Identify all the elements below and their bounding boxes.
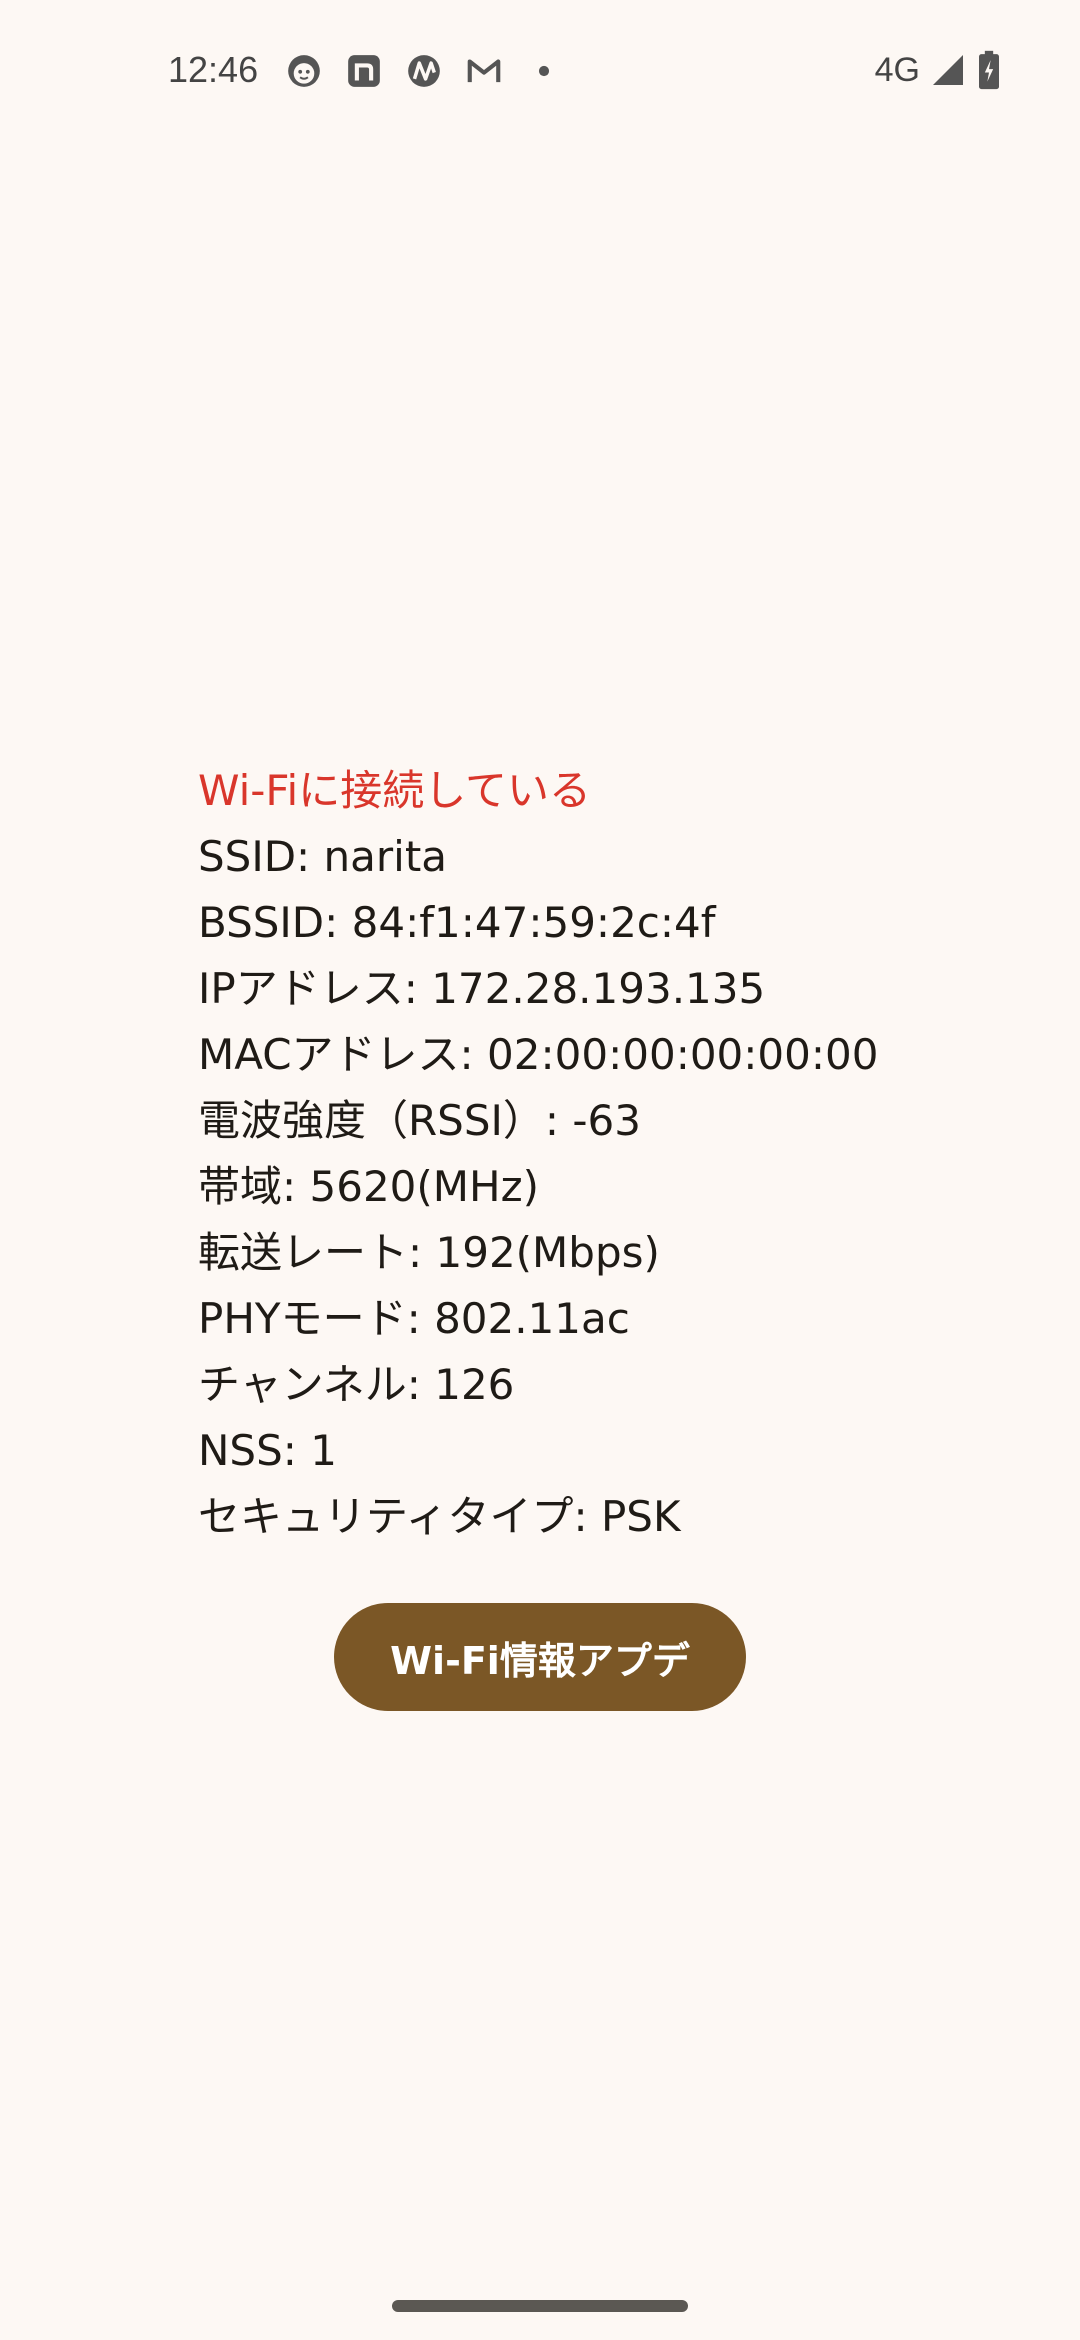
nova-icon xyxy=(404,51,444,91)
link-speed-line: 転送レート: 192(Mbps) xyxy=(198,1228,660,1277)
wifi-info-panel: Wi-Fiに接続している SSID: narita BSSID: 84:f1:4… xyxy=(198,758,1038,1550)
signal-icon xyxy=(930,52,966,88)
network-type: 4G xyxy=(874,51,920,89)
battery-charging-icon xyxy=(976,50,1002,90)
status-time: 12:46 xyxy=(168,49,259,90)
notification-icons xyxy=(284,50,584,92)
ip-address-line: IPアドレス: 172.28.193.135 xyxy=(198,964,766,1013)
home-indicator[interactable] xyxy=(392,2300,688,2312)
nss-line: NSS: 1 xyxy=(198,1426,337,1475)
connection-status: Wi-Fiに接続している xyxy=(198,766,591,815)
system-status: 4G xyxy=(875,46,1002,94)
n-app-icon xyxy=(344,51,384,91)
mac-address-line: MACアドレス: 02:00:00:00:00:00 xyxy=(198,1030,879,1079)
status-bar: 12:46 4G xyxy=(0,0,1080,140)
bssid-line: BSSID: 84:f1:47:59:2c:4f xyxy=(198,898,716,947)
channel-line: チャンネル: 126 xyxy=(198,1360,515,1409)
frequency-line: 帯域: 5620(MHz) xyxy=(198,1162,540,1211)
phy-mode-line: PHYモード: 802.11ac xyxy=(198,1294,630,1343)
update-wifi-info-button[interactable]: Wi-Fi情報アプデ xyxy=(334,1603,746,1711)
ssid-line: SSID: narita xyxy=(198,832,448,881)
security-type-line: セキュリティタイプ: PSK xyxy=(198,1492,681,1541)
cat-face-icon xyxy=(284,51,324,91)
gmail-icon xyxy=(464,51,504,91)
more-dot-icon xyxy=(524,51,564,91)
rssi-line: 電波強度（RSSI）: -63 xyxy=(198,1096,641,1145)
